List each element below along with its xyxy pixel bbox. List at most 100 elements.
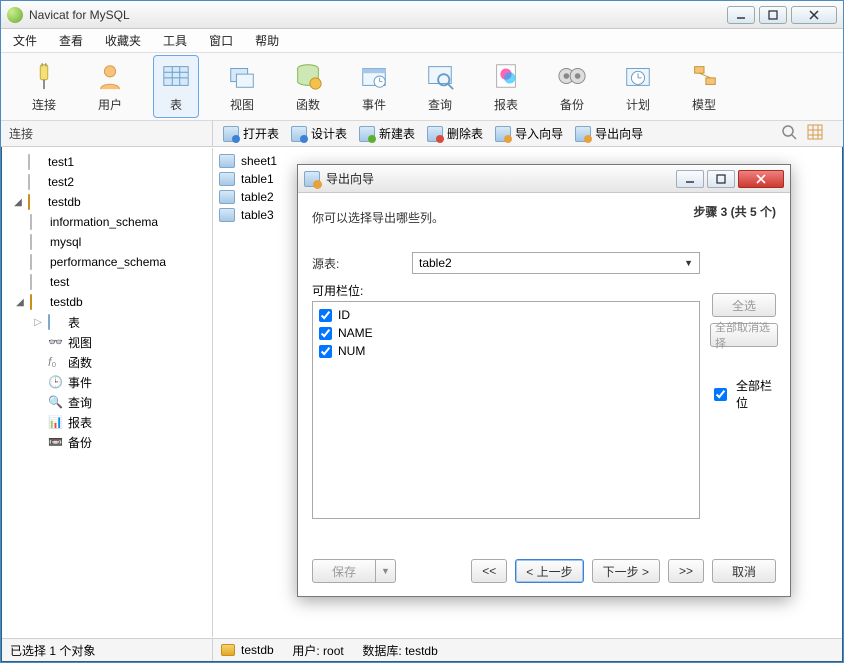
tree-category-backups[interactable]: 📼备份 [2,432,212,452]
dialog-maximize-button[interactable] [707,170,735,188]
open-table-button[interactable]: 打开表 [223,125,279,142]
new-table-button[interactable]: 新建表 [359,125,415,142]
model-icon [688,60,720,92]
available-fields-label: 可用栏位: [312,284,363,298]
first-step-button[interactable]: << [471,559,507,583]
object-toolbar: 连接 打开表 设计表 新建表 删除表 导入向导 导出向导 [1,121,843,147]
deselect-all-button[interactable]: 全部取消选择 [710,323,778,347]
tree-category-tables[interactable]: ▷表 [2,312,212,332]
toolbar-backup[interactable]: 备份 [549,60,595,113]
tables-icon [48,314,50,330]
table-icon [160,60,192,92]
tree-category-views[interactable]: 👓视图 [2,332,212,352]
dialog-footer: 保存 ▼ << < 上一步 下一步 > >> 取消 [298,546,790,596]
tree-connection[interactable]: ◢testdb [2,192,212,212]
table-icon [219,172,235,186]
export-wizard-button[interactable]: 导出向导 [575,125,643,142]
maximize-button[interactable] [759,6,787,24]
tree-database[interactable]: information_schema [2,212,212,232]
plug-icon [28,60,60,92]
toolbar-query[interactable]: 查询 [417,60,463,113]
connection-panel-label: 连接 [1,121,213,146]
all-columns-checkbox[interactable]: 全部栏位 [710,377,778,411]
toolbar-event[interactable]: 事件 [351,60,397,113]
field-checkbox-num[interactable]: NUM [319,342,693,360]
main-toolbar: 连接 用户 表 视图 函数 事件 查询 报表 [1,53,843,121]
save-dropdown[interactable]: ▼ [376,559,396,583]
last-step-button[interactable]: >> [668,559,704,583]
delete-table-button[interactable]: 删除表 [427,125,483,142]
menu-window[interactable]: 窗口 [209,32,233,49]
import-wizard-button[interactable]: 导入向导 [495,125,563,142]
database-icon [30,214,32,230]
report-icon [490,60,522,92]
tree-database[interactable]: mysql [2,232,212,252]
user-icon [94,60,126,92]
import-icon [495,126,511,142]
tree-connection[interactable]: test1 [2,152,212,172]
table-actions: 打开表 设计表 新建表 删除表 导入向导 导出向导 [213,121,843,146]
search-icon[interactable] [781,124,797,143]
menu-help[interactable]: 帮助 [255,32,279,49]
table-icon [219,208,235,222]
export-icon [575,126,591,142]
tree-database[interactable]: test [2,272,212,292]
save-button[interactable]: 保存 [312,559,376,583]
window-title: Navicat for MySQL [29,8,727,22]
new-table-icon [359,126,375,142]
view-icon [226,60,258,92]
menu-file[interactable]: 文件 [13,32,37,49]
toolbar-schedule[interactable]: 计划 [615,60,661,113]
available-fields-list: ID NAME NUM [312,301,700,519]
close-button[interactable] [791,6,837,24]
dialog-close-button[interactable] [738,170,784,188]
database-icon [30,274,32,290]
previous-step-button[interactable]: < 上一步 [515,559,583,583]
backup-icon [556,60,588,92]
tree-connection[interactable]: test2 [2,172,212,192]
reports-icon: 📊 [48,415,64,429]
events-icon: 🕒 [48,375,64,389]
connection-tree: test1 test2 ◢testdb information_schema m… [2,148,213,637]
toolbar-report[interactable]: 报表 [483,60,529,113]
tree-category-queries[interactable]: 🔍查询 [2,392,212,412]
functions-icon: f₀ [48,355,64,369]
select-all-button[interactable]: 全选 [712,293,776,317]
table-icon [219,154,235,168]
menu-tools[interactable]: 工具 [163,32,187,49]
next-step-button[interactable]: 下一步 > [592,559,660,583]
connection-icon [28,154,30,170]
toolbar-function[interactable]: 函数 [285,60,331,113]
grid-view-icon[interactable] [807,124,823,143]
design-table-button[interactable]: 设计表 [291,125,347,142]
views-icon: 👓 [48,335,64,349]
field-checkbox-name[interactable]: NAME [319,324,693,342]
query-icon [424,60,456,92]
dialog-title: 导出向导 [326,170,676,187]
field-checkbox-id[interactable]: ID [319,306,693,324]
toolbar-view[interactable]: 视图 [219,60,265,113]
menu-favorites[interactable]: 收藏夹 [105,32,141,49]
status-bar: 已选择 1 个对象 testdb 用户: root 数据库: testdb [2,638,842,661]
tree-database[interactable]: ◢testdb [2,292,212,312]
toolbar-model[interactable]: 模型 [681,60,727,113]
tree-category-functions[interactable]: f₀函数 [2,352,212,372]
delete-table-icon [427,126,443,142]
dialog-minimize-button[interactable] [676,170,704,188]
toolbar-connect[interactable]: 连接 [21,60,67,113]
tree-database[interactable]: performance_schema [2,252,212,272]
minimize-button[interactable] [727,6,755,24]
toolbar-table[interactable]: 表 [153,55,199,118]
toolbar-user[interactable]: 用户 [87,60,133,113]
export-wizard-icon [304,171,320,187]
tree-category-reports[interactable]: 📊报表 [2,412,212,432]
source-table-combo[interactable]: table2 ▼ [412,252,700,274]
open-table-icon [223,126,239,142]
cancel-button[interactable]: 取消 [712,559,776,583]
menu-bar: 文件 查看 收藏夹 工具 窗口 帮助 [1,29,843,53]
tree-category-events[interactable]: 🕒事件 [2,372,212,392]
menu-view[interactable]: 查看 [59,32,83,49]
titlebar: Navicat for MySQL [1,1,843,29]
field-selection-buttons: 全选 全部取消选择 全部栏位 [710,293,778,411]
function-icon [292,60,324,92]
